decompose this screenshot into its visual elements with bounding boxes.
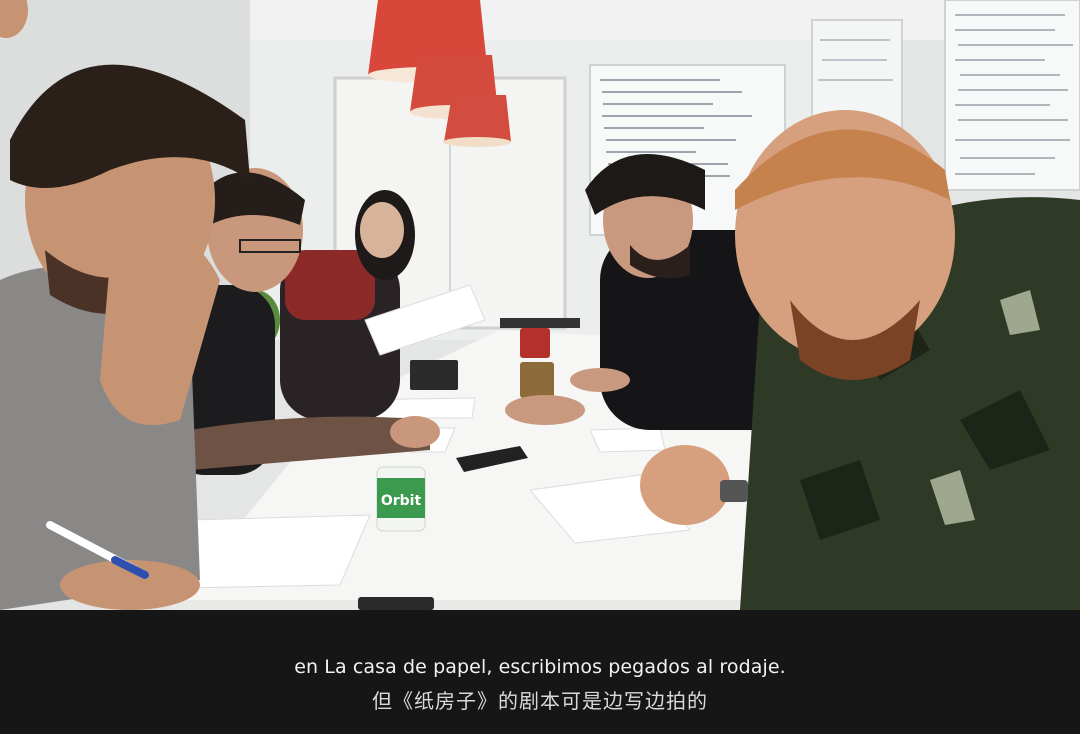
scene-writers-room: Orbit [0,0,1080,610]
coffee-mug [520,362,554,398]
black-box [410,360,458,390]
video-player[interactable]: Orbit en La casa de papel, escribimos pe… [0,0,1080,734]
laptop [500,318,580,328]
red-mug [520,328,550,358]
gum-label: Orbit [381,493,422,509]
video-frame[interactable]: Orbit [0,0,1080,610]
gum-jar: Orbit [376,466,426,532]
subtitle-bar: en La casa de papel, escribimos pegados … [0,610,1080,734]
subtitle-spanish: en La casa de papel, escribimos pegados … [294,656,786,678]
subtitle-chinese: 但《纸房子》的剧本可是边写边拍的 [372,689,708,713]
phone-bottom [358,597,434,610]
